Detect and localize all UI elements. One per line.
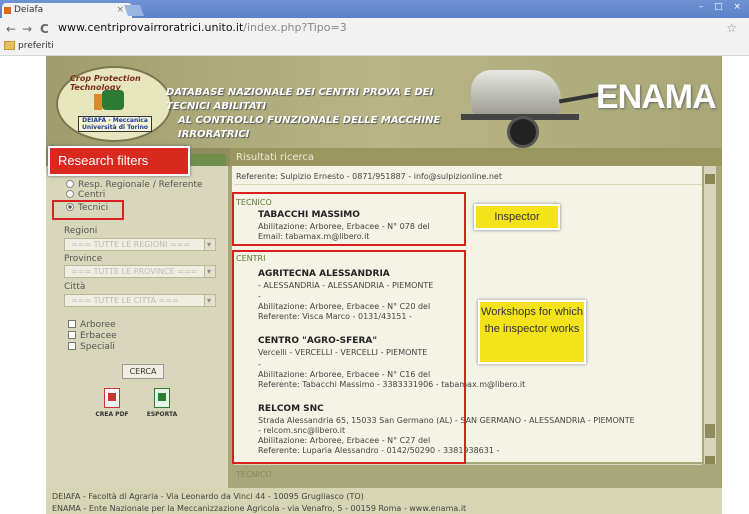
result-top-line: Referente: Sulpizio Ernesto - 0871/95188…: [236, 172, 502, 181]
checkbox-label: Erbacee: [80, 331, 117, 341]
regioni-label: Regioni: [64, 226, 98, 236]
citta-value: === TUTTE LE CITTÀ ===: [71, 296, 179, 305]
workshops-callout: Workshops for which the inspector works: [478, 300, 586, 364]
bookmarks-bar: preferiti: [0, 40, 749, 56]
site-title-line1: DATABASE NAZIONALE DEI CENTRI PROVA E DE…: [166, 87, 434, 112]
chevron-down-icon[interactable]: ▾: [204, 266, 215, 277]
province-select[interactable]: === TUTTE LE PROVINCE === ▾: [64, 265, 216, 278]
url-path: /index.php?Tipo=3: [243, 21, 347, 34]
divider: [234, 184, 702, 185]
url-host: www.centriprovairroratrici.unito.it: [58, 21, 244, 34]
window-controls[interactable]: – □ ×: [699, 2, 745, 12]
export-label: ESPORTA: [146, 411, 178, 418]
results-scrollbar[interactable]: [704, 166, 716, 464]
checkbox-box[interactable]: [68, 331, 76, 339]
search-button[interactable]: CERCA: [122, 364, 164, 379]
next-tecnico-heading: TECNICO: [236, 470, 272, 479]
sprayer-arm: [558, 92, 600, 104]
logo-band-line1: DEIAFA - Meccanica: [82, 117, 148, 124]
sprayer-tank: [471, 70, 561, 116]
back-icon[interactable]: ←: [6, 22, 16, 36]
logo-band: DEIAFA - Meccanica Università di Torino: [78, 116, 152, 132]
province-label: Province: [64, 254, 103, 264]
radio-dot[interactable]: [66, 190, 74, 198]
folder-icon: [4, 41, 15, 50]
results-heading: Risultati ricerca: [236, 152, 315, 163]
address-bar: ← → C www.centriprovairroratrici.unito.i…: [0, 18, 749, 41]
browser-tab[interactable]: Deiafa ×: [2, 3, 132, 18]
tab-title: Deiafa: [14, 5, 44, 15]
footer-line2: ENAMA - Ente Nazionale per la Meccanizza…: [52, 504, 467, 513]
radio-label: Resp. Regionale / Referente: [78, 180, 203, 190]
page: Crop Protection Technology DEIAFA - Mecc…: [0, 56, 749, 514]
site-title: DATABASE NAZIONALE DEI CENTRI PROVA E DE…: [166, 86, 446, 142]
radio-centri[interactable]: Centri: [66, 190, 105, 200]
logo-band-line2: Università di Torino: [81, 124, 149, 131]
scroll-thumb[interactable]: [705, 424, 715, 438]
favicon-icon: [4, 7, 11, 14]
forward-icon[interactable]: →: [22, 22, 32, 36]
checkbox-erbacee[interactable]: Erbacee: [68, 331, 117, 341]
sprayer-image: [451, 56, 600, 148]
checkbox-label: Speciali: [80, 342, 115, 352]
site-header: Crop Protection Technology DEIAFA - Mecc…: [46, 56, 722, 148]
checkbox-box[interactable]: [68, 320, 76, 328]
province-value: === TUTTE LE PROVINCE ===: [71, 267, 198, 276]
research-filters-banner: Research filters: [48, 146, 190, 176]
citta-select[interactable]: === TUTTE LE CITTÀ === ▾: [64, 294, 216, 307]
checkbox-arboree[interactable]: Arboree: [68, 320, 116, 330]
inspector-callout: Inspector: [474, 204, 560, 230]
citta-label: Città: [64, 282, 86, 292]
workshops-highlight-box: [232, 250, 466, 464]
chevron-down-icon[interactable]: ▾: [204, 239, 215, 250]
scroll-up-icon[interactable]: [705, 174, 715, 184]
enama-logo: ENAMA: [596, 78, 717, 116]
spreadsheet-icon: [154, 388, 170, 408]
regioni-select[interactable]: === TUTTE LE REGIONI === ▾: [64, 238, 216, 251]
radio-label: Centri: [78, 190, 106, 200]
close-tab-icon[interactable]: ×: [116, 3, 124, 18]
scroll-down-icon[interactable]: [705, 456, 715, 464]
divider: [234, 464, 702, 465]
new-tab-button[interactable]: [123, 5, 145, 16]
inspector-highlight-box: [232, 192, 466, 246]
reload-icon[interactable]: C: [40, 22, 49, 36]
regioni-value: === TUTTE LE REGIONI ===: [71, 240, 191, 249]
checkbox-label: Arboree: [80, 320, 116, 330]
bookmark-star-icon[interactable]: ☆: [726, 21, 737, 35]
tab-bar: Deiafa × – □ ×: [0, 0, 749, 18]
checkbox-box[interactable]: [68, 342, 76, 350]
bookmark-label: preferiti: [18, 41, 54, 51]
deiafa-logo: Crop Protection Technology DEIAFA - Mecc…: [56, 66, 172, 142]
logo-figure-green: [102, 90, 124, 110]
footer-line1: DEIAFA - Facoltà di Agraria - Via Leonar…: [52, 492, 364, 501]
site-title-line2: AL CONTROLLO FUNZIONALE DELLE MACCHINE I…: [178, 115, 441, 140]
pdf-icon: [104, 388, 120, 408]
url-field[interactable]: www.centriprovairroratrici.unito.it/inde…: [58, 21, 347, 34]
chevron-down-icon[interactable]: ▾: [204, 295, 215, 306]
radio-resp-regionale[interactable]: Resp. Regionale / Referente: [66, 180, 203, 190]
radio-dot[interactable]: [66, 180, 74, 188]
export-button[interactable]: ESPORTA: [142, 388, 182, 418]
create-pdf-label: CREA PDF: [95, 411, 129, 418]
logo-figure-orange: [94, 94, 102, 110]
checkbox-speciali[interactable]: Speciali: [68, 342, 115, 352]
sprayer-wheel: [507, 116, 539, 148]
tecnici-highlight-box: [52, 200, 124, 220]
bookmark-folder-preferiti[interactable]: preferiti: [4, 41, 54, 51]
create-pdf-button[interactable]: CREA PDF: [92, 388, 132, 418]
